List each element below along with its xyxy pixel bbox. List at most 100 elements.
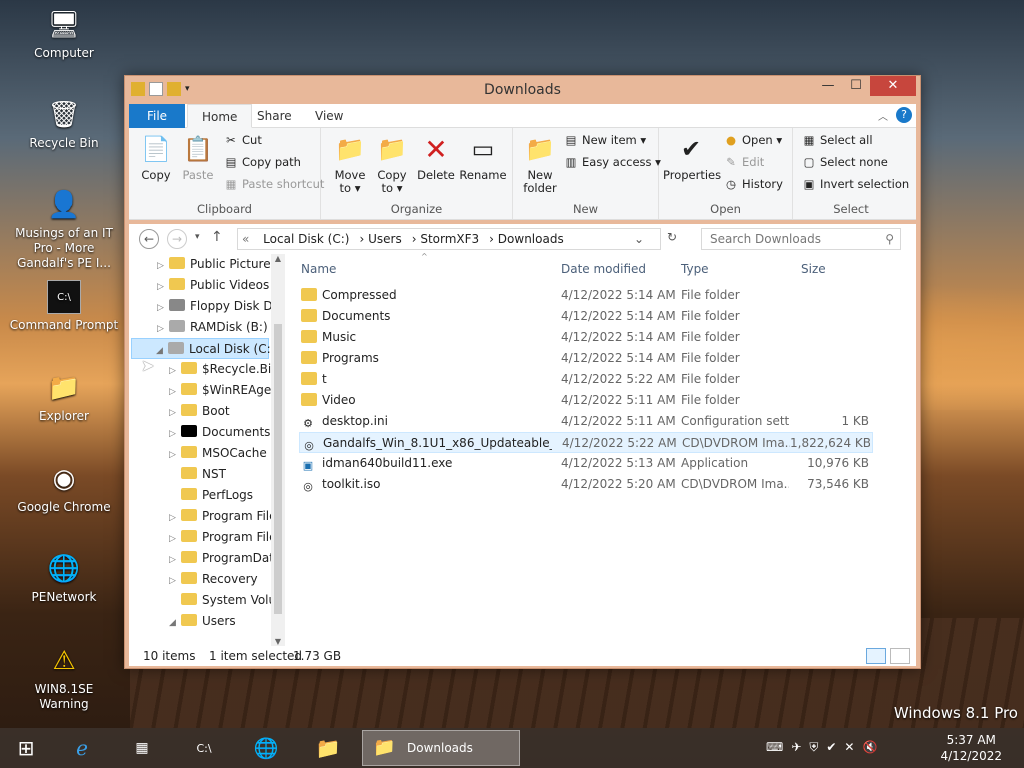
up-button[interactable]: ↑ <box>211 229 223 245</box>
column-header-date[interactable]: Date modified <box>561 254 646 284</box>
tree-item[interactable]: ◢ Users <box>169 611 236 632</box>
ie-icon[interactable]: ℯ <box>56 730 108 766</box>
network-taskbar-icon[interactable]: 🌐 <box>240 730 292 766</box>
desktop-icon-warning[interactable]: ⚠ WIN8.1SE Warning <box>9 644 119 712</box>
move-to-button[interactable]: 📁 Move to ▾ <box>329 132 371 195</box>
maximize-button[interactable]: ☐ <box>842 76 870 96</box>
tree-item[interactable]: ▷ Floppy Disk Dri <box>157 296 281 317</box>
tab-view[interactable]: View <box>301 104 357 128</box>
desktop-icon-recycle-bin[interactable]: 🗑 Recycle Bin <box>9 98 119 151</box>
tree-item[interactable]: ▷ MSOCache <box>169 443 267 464</box>
breadcrumb-item[interactable]: Downloads <box>498 232 564 246</box>
tab-share[interactable]: Share <box>243 104 306 128</box>
desktop-icon-computer[interactable]: 🖥 Computer <box>9 8 119 61</box>
tree-item[interactable]: ▷ Documents a <box>169 422 282 443</box>
table-row[interactable]: Compressed 4/12/2022 5:14 AM File folder <box>299 285 873 306</box>
select-all-button[interactable]: ▦ Select all <box>801 130 873 150</box>
column-header-type[interactable]: Type <box>681 254 709 284</box>
close-button[interactable]: ✕ <box>870 76 916 96</box>
large-icons-view-icon[interactable] <box>890 648 910 664</box>
tree-item[interactable]: ▷ Public Videos <box>157 275 269 296</box>
delete-button[interactable]: ✕ Delete <box>415 132 457 182</box>
tree-item[interactable]: ▷ Public Pictures <box>157 254 277 275</box>
table-row[interactable]: ⚙ desktop.ini 4/12/2022 5:11 AM Configurati… <box>299 411 873 432</box>
file-list[interactable]: Name ^ Date modified Type Size Compresse… <box>299 252 916 646</box>
desktop-icon-command-prompt[interactable]: C:\ Command Prompt <box>9 280 119 333</box>
tree-item[interactable]: ▷ $WinREAgent <box>169 380 284 401</box>
tree-item[interactable]: System Volur <box>169 590 281 611</box>
back-button[interactable]: ← <box>139 229 159 249</box>
breadcrumb[interactable]: « Local Disk (C:) › Users › StormXF3 › Down… <box>237 228 661 250</box>
system-tray[interactable]: ⌨✈⛨✔✕🔇 <box>766 740 885 755</box>
scrollbar-thumb[interactable] <box>274 324 282 614</box>
breadcrumb-item[interactable]: StormXF3 <box>420 232 479 246</box>
tree-item[interactable]: ▷ Boot <box>169 401 230 422</box>
desktop-icon-musings[interactable]: 👤 Musings of an IT Pro - More Gandalf's … <box>4 188 124 271</box>
chevron-down-icon[interactable]: ⌄ <box>634 229 644 249</box>
copy-to-button[interactable]: 📁 Copy to ▾ <box>371 132 413 195</box>
table-row[interactable]: Programs 4/12/2022 5:14 AM File folder <box>299 348 873 369</box>
new-item-button[interactable]: ▤ New item ▾ <box>563 130 647 150</box>
tree-label: Floppy Disk Dri <box>190 299 281 313</box>
refresh-icon[interactable]: ↻ <box>667 230 677 244</box>
title-bar[interactable]: ▾ Downloads — ☐ ✕ <box>125 76 920 104</box>
tree-item[interactable]: ▷ Recovery <box>169 569 258 590</box>
tree-item[interactable]: ▷ Program Files <box>169 506 283 527</box>
clock[interactable]: 5:37 AM 4/12/2022 <box>940 732 1002 764</box>
navigation-pane[interactable]: ▷ Public Pictures ▷ Public Videos ▷ Floppy … <box>129 254 287 646</box>
start-button[interactable]: ⊞ <box>0 730 52 766</box>
desktop-icon-google-chrome[interactable]: ◉ Google Chrome <box>9 462 119 515</box>
scroll-down-icon[interactable]: ▼ <box>271 637 285 646</box>
table-row[interactable]: t 4/12/2022 5:22 AM File folder <box>299 369 873 390</box>
paste-button[interactable]: 📋 Paste <box>177 132 219 182</box>
tree-item[interactable]: ▷ $Recycle.Bin <box>169 359 279 380</box>
tree-item[interactable]: NST <box>169 464 226 485</box>
search-input[interactable]: Search Downloads ⚲ <box>701 228 901 250</box>
tree-scrollbar[interactable]: ▲ ▼ <box>271 254 285 646</box>
table-row[interactable]: ◎ toolkit.iso 4/12/2022 5:20 AM CD\DVDROM I… <box>299 474 873 495</box>
minimize-button[interactable]: — <box>814 76 842 96</box>
details-view-icon[interactable] <box>866 648 886 664</box>
tree-item[interactable]: PerfLogs <box>169 485 253 506</box>
easy-access-button[interactable]: ▥ Easy access ▾ <box>563 152 661 172</box>
explorer-taskbar-icon[interactable]: 📁 <box>302 730 354 766</box>
tree-item[interactable]: ▷ ProgramData <box>169 548 281 569</box>
forward-button[interactable]: → <box>167 229 187 249</box>
properties-button[interactable]: ✔ Properties <box>663 132 721 182</box>
collapse-ribbon-icon[interactable]: ︿ <box>878 108 888 123</box>
os-watermark: Windows 8.1 Pro <box>893 704 1018 722</box>
rename-button[interactable]: ▭ Rename <box>459 132 507 182</box>
cmd-taskbar-icon[interactable]: C:\ <box>178 730 230 766</box>
edit-button[interactable]: ✎ Edit <box>723 152 764 172</box>
history-button[interactable]: ◷ History <box>723 174 783 194</box>
tab-file[interactable]: File <box>129 104 185 128</box>
copy-button[interactable]: 📄 Copy <box>135 132 177 182</box>
recent-locations-icon[interactable]: ▾ <box>195 232 200 242</box>
tree-item[interactable]: ▷ Program Files <box>169 527 283 548</box>
table-row[interactable]: Music 4/12/2022 5:14 AM File folder <box>299 327 873 348</box>
table-row[interactable]: ▣ idman640build11.exe 4/12/2022 5:13 AM App… <box>299 453 873 474</box>
help-icon[interactable]: ? <box>896 107 912 123</box>
explorer-window[interactable]: ▾ Downloads — ☐ ✕ File Home Share View ︿… <box>124 75 921 669</box>
desktop-icon-explorer[interactable]: 📁 Explorer <box>9 371 119 424</box>
new-folder-button[interactable]: 📁 New folder <box>519 132 561 195</box>
table-row[interactable]: Video 4/12/2022 5:11 AM File folder <box>299 390 873 411</box>
invert-selection-button[interactable]: ▣ Invert selection <box>801 174 910 194</box>
task-manager-icon[interactable]: ▦ <box>116 730 168 766</box>
taskbar-downloads-window[interactable]: 📁 Downloads <box>362 730 520 766</box>
tree-item[interactable]: ▷ RAMDisk (B:) <box>157 317 268 338</box>
table-row-selected[interactable]: ◎ Gandalfs_Win_8.1U1_x86_Updateable_S0f..… <box>299 432 873 453</box>
scroll-up-icon[interactable]: ▲ <box>271 254 285 263</box>
paste-shortcut-button[interactable]: ▦ Paste shortcut <box>223 174 325 194</box>
table-row[interactable]: Documents 4/12/2022 5:14 AM File folder <box>299 306 873 327</box>
file-name: Documents <box>322 309 391 323</box>
breadcrumb-item[interactable]: Local Disk (C:) <box>263 232 349 246</box>
breadcrumb-item[interactable]: Users <box>368 232 402 246</box>
copy-path-button[interactable]: ▤ Copy path <box>223 152 301 172</box>
open-button[interactable]: ● Open ▾ <box>723 130 782 150</box>
cut-button[interactable]: ✂ Cut <box>223 130 262 150</box>
select-none-button[interactable]: ▢ Select none <box>801 152 888 172</box>
desktop-icon-penetwork[interactable]: 🌐 PENetwork <box>9 552 119 605</box>
column-header-size[interactable]: Size <box>801 254 826 284</box>
column-header-name[interactable]: Name <box>301 254 336 284</box>
